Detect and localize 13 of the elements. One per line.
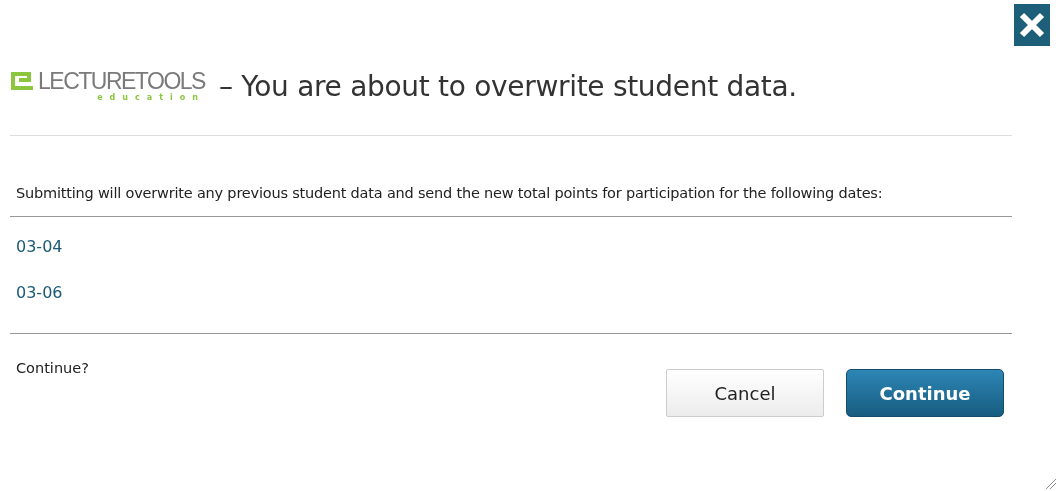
- close-button[interactable]: [1014, 4, 1050, 46]
- logo-name: LECTURETOOLS: [38, 69, 205, 93]
- logo-tagline: education: [97, 93, 205, 103]
- continue-button[interactable]: Continue: [846, 369, 1004, 417]
- logo-icon: [8, 69, 36, 93]
- prompt-text: Continue?: [16, 360, 89, 376]
- close-icon: [1019, 12, 1045, 38]
- dialog-title: – You are about to overwrite student data.: [218, 69, 797, 103]
- cancel-button[interactable]: Cancel: [666, 369, 824, 417]
- date-item: 03-04: [16, 237, 64, 257]
- resize-grip-icon[interactable]: [1044, 477, 1056, 489]
- message-text: Submitting will overwrite any previous student data and send the new total points for participation for the following dates:: [16, 184, 884, 202]
- date-item: 03-06: [16, 283, 64, 303]
